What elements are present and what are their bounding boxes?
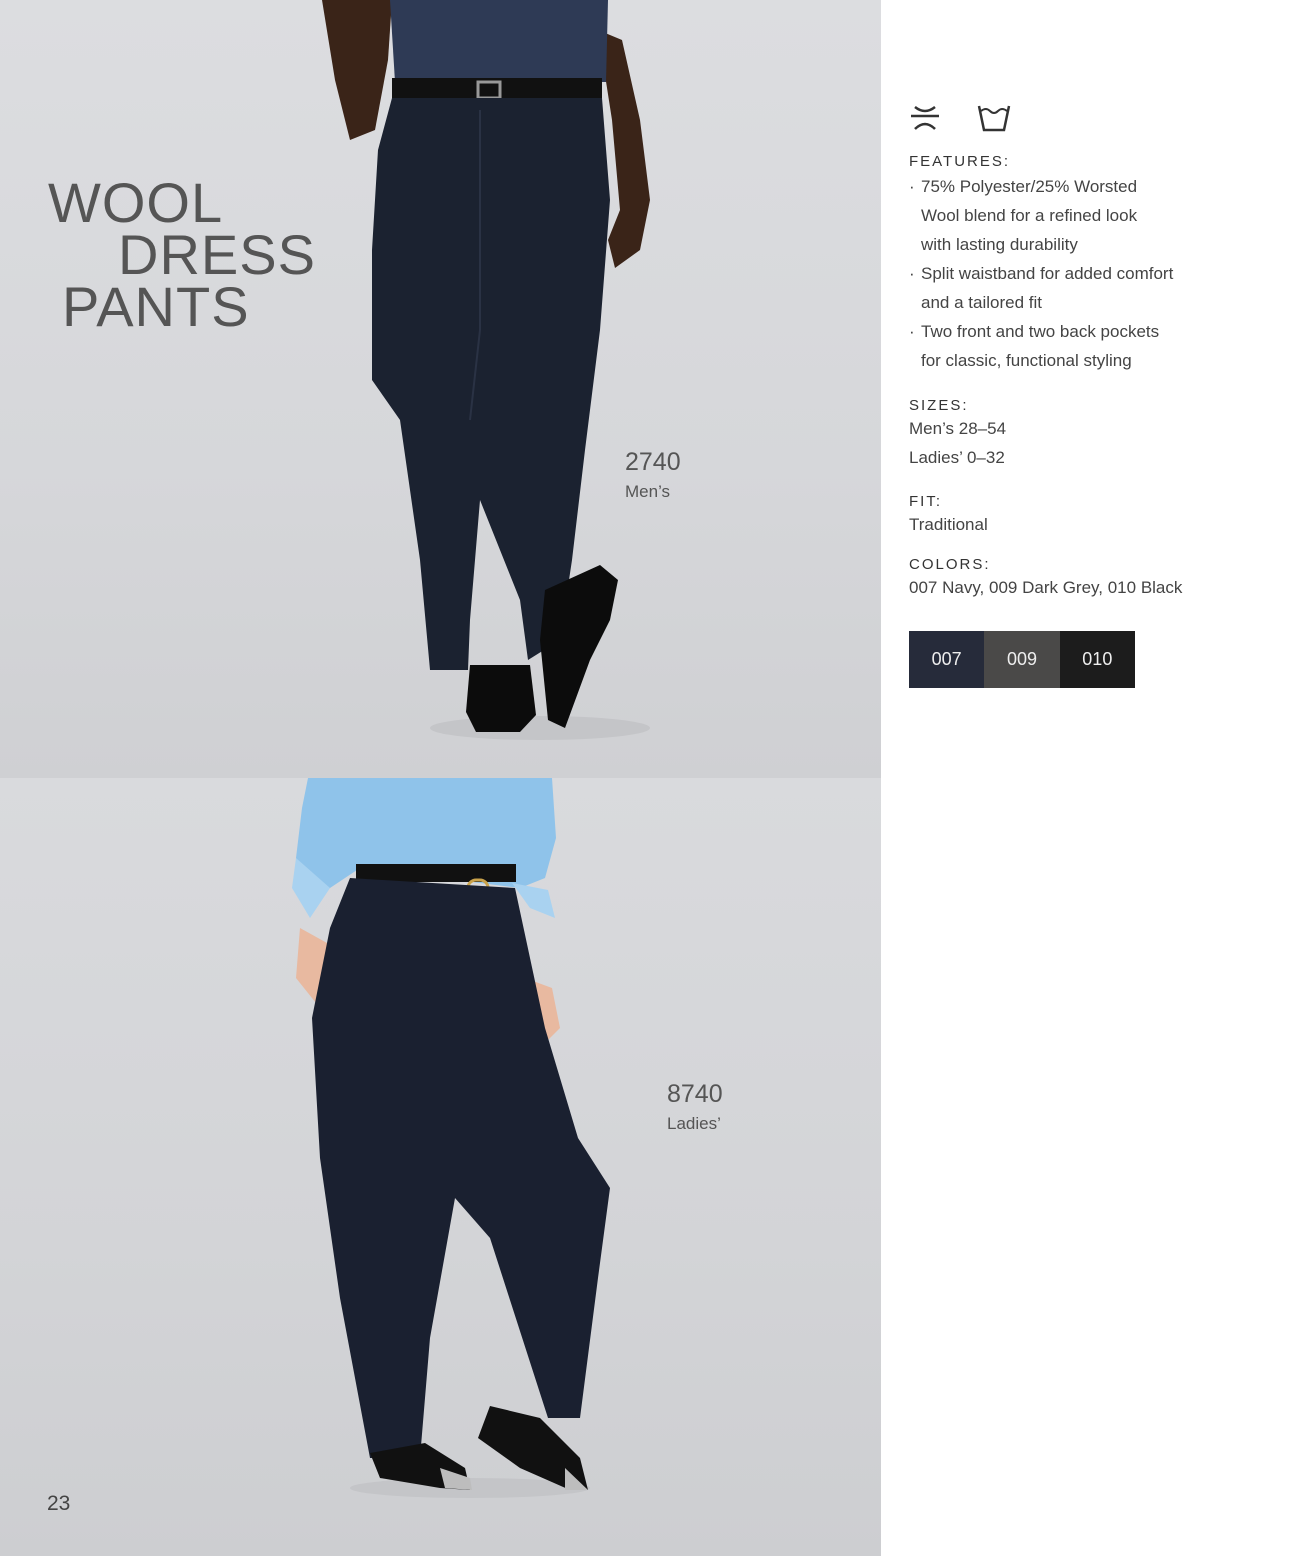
ladies-product-photo: 8740 Ladies’ 23 — [0, 778, 881, 1556]
mens-style-number: 2740 — [625, 448, 681, 476]
bullet-dot: · — [909, 177, 915, 196]
feature-line: for classic, functional styling — [921, 351, 1132, 370]
swatch-black[interactable]: 010 — [1059, 631, 1135, 688]
title-line-pants: PANTS — [62, 275, 250, 338]
feature-line: Two front and two back pockets — [921, 322, 1160, 341]
colors-section: COLORS: 007 Navy, 009 Dark Grey, 010 Bla… — [909, 556, 1299, 602]
do-not-iron-icon — [911, 105, 939, 130]
page-number: 23 — [47, 1492, 71, 1515]
sizes-section: SIZES: Men’s 28–54 Ladies’ 0–32 — [909, 397, 1299, 472]
wash-tub-icon — [977, 105, 1011, 132]
fit-heading: FIT: — [909, 493, 942, 510]
mens-product-photo: WOOL DRESS PANTS 2740 Men’s — [0, 0, 881, 778]
features-list: · 75% Polyester/25% Worsted Wool blend f… — [909, 172, 1299, 375]
mens-style-label: Men’s — [625, 482, 671, 501]
bullet-dot: · — [909, 264, 915, 283]
feature-line: Split waistband for added comfort — [921, 264, 1174, 283]
fit-section: FIT: Traditional — [909, 493, 1299, 539]
sizes-heading: SIZES: — [909, 397, 969, 414]
feature-item: · Two front and two back pockets for cla… — [909, 317, 1299, 375]
features-heading: FEATURES: — [909, 153, 1011, 170]
swatch-dark-grey[interactable]: 009 — [984, 631, 1060, 688]
colors-heading: COLORS: — [909, 556, 991, 573]
mens-pants-illustration — [322, 0, 650, 740]
size-line: Men’s 28–54 — [909, 419, 1007, 438]
feature-item: · 75% Polyester/25% Worsted Wool blend f… — [909, 172, 1299, 259]
feature-line: and a tailored fit — [921, 293, 1042, 312]
ladies-pants-illustration — [292, 778, 610, 1498]
ladies-style-label: Ladies’ — [667, 1114, 721, 1133]
features-section: FEATURES: · 75% Polyester/25% Worsted Wo… — [909, 153, 1299, 375]
bullet-dot: · — [909, 322, 915, 341]
feature-line: with lasting durability — [921, 235, 1078, 254]
feature-line: 75% Polyester/25% Worsted — [921, 177, 1138, 196]
swatch-navy[interactable]: 007 — [909, 631, 985, 688]
color-swatches: 007 009 010 — [909, 631, 1135, 688]
colors-value: 007 Navy, 009 Dark Grey, 010 Black — [909, 578, 1183, 597]
feature-line: Wool blend for a refined look — [921, 206, 1138, 225]
feature-item: · Split waistband for added comfort and … — [909, 259, 1299, 317]
fit-value: Traditional — [909, 515, 988, 534]
ladies-style-number: 8740 — [667, 1080, 723, 1108]
size-line: Ladies’ 0–32 — [909, 448, 1005, 467]
